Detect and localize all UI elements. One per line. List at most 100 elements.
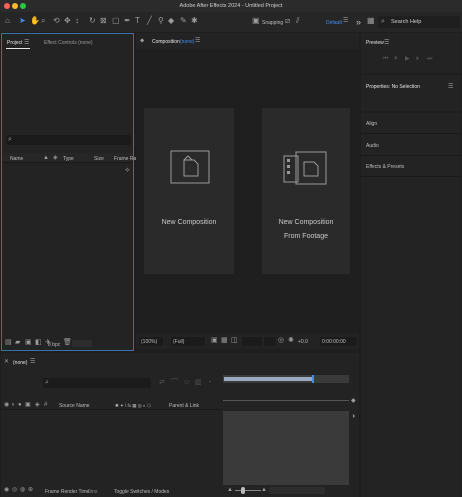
timeline-search-input[interactable]: ⌕ [43,378,151,388]
snapping-checkbox-icon[interactable]: ▣ [252,17,260,25]
snap-mode-icon[interactable]: ⫽ [296,17,300,25]
effects-presets-panel-tab[interactable]: Effects & Presets [366,164,404,170]
column-size[interactable]: Size [94,156,104,162]
align-panel-tab[interactable]: Align [366,121,377,127]
home-icon[interactable]: ⌂ [5,17,10,25]
label-tag-icon[interactable]: ◈ [53,154,58,162]
exposure-icon[interactable]: ✺ [288,337,294,345]
work-area-end-handle[interactable] [312,375,314,383]
audio-panel-tab[interactable]: Audio [366,143,379,149]
rotation-tool-icon[interactable]: ↻ [89,17,96,25]
work-area-range[interactable] [224,377,312,381]
zoom-in-time-slider-icon[interactable]: ▲ [261,486,267,494]
preview-panel-menu-icon[interactable]: ☰ [384,39,389,47]
resolution-dropdown[interactable]: (Full) [171,337,205,346]
zoom-dropdown[interactable]: (100%) [139,337,163,346]
view-layout-dropdown[interactable] [264,337,276,346]
search-help-input[interactable]: ⌕ Search Help [378,16,460,28]
zoom-in-time-icon[interactable]: ◆ [351,397,356,405]
timeline-graph-area[interactable] [223,411,349,485]
zoom-tool-icon[interactable]: ⌕ [41,17,45,25]
new-composition-icon[interactable]: ▣ [25,339,32,347]
timeline-panel-menu-icon[interactable]: ☰ [30,358,35,366]
rectangle-tool-icon[interactable]: ▢ [112,17,120,25]
expand-transfer-controls-icon[interactable]: ◍ [20,486,25,494]
workspace-overflow-button[interactable]: » [356,17,361,27]
type-tool-icon[interactable]: T [135,17,140,25]
audio-icon[interactable]: ◖ [11,401,15,409]
preview-panel-title[interactable]: Preview [366,40,384,46]
exposure-value[interactable]: +0.0 [298,339,308,345]
close-tab-icon[interactable]: ✕ [4,358,9,366]
roto-brush-tool-icon[interactable]: ✎ [180,17,187,25]
brush-tool-icon[interactable]: ╱ [147,17,152,25]
frame-blending-icon[interactable]: ▥ [195,379,202,387]
hand-tool-icon[interactable]: ✋ [30,17,40,25]
timeline-tab-label[interactable]: (none) [13,360,27,366]
lock-icon[interactable]: ⬥ [140,37,144,45]
time-zoom-slider-handle[interactable] [241,487,245,494]
properties-panel-menu-icon[interactable]: ☰ [448,83,453,91]
composition-tab-name[interactable]: (none) [180,39,194,45]
new-folder-icon[interactable]: ▰ [15,339,20,347]
selection-tool-icon[interactable]: ➤ [19,17,26,25]
orbit-camera-tool-icon[interactable]: ⟲ [53,17,60,25]
transparency-grid-icon[interactable]: ▦ [221,337,228,345]
new-composition-from-footage-button[interactable]: New Composition From Footage [262,108,350,274]
adjust-project-settings-icon[interactable]: ◧ [35,339,42,347]
pan-camera-tool-icon[interactable]: ✥ [64,17,71,25]
workspace-menu-icon[interactable]: ☰ [343,17,348,25]
draft-3d-icon[interactable]: ⌒ [171,379,178,387]
pen-tool-icon[interactable]: ✒ [124,17,131,25]
expand-layer-switches-icon[interactable]: ◎ [12,486,17,494]
time-zoom-slider[interactable] [235,487,261,494]
properties-panel-title[interactable]: Properties: No Selection [366,84,420,90]
clone-stamp-tool-icon[interactable]: ⚲ [158,17,164,25]
first-frame-icon[interactable]: ⏮ [383,55,388,63]
sort-up-icon[interactable]: ▲ [43,154,49,162]
toggle-switches-modes-button[interactable]: Toggle Switches / Modes [114,489,169,495]
snapping-label[interactable]: Snapping [262,20,283,26]
solo-icon[interactable]: ● [18,401,22,409]
motion-blur-icon[interactable]: ◔ [207,379,211,387]
column-name[interactable]: Name [10,156,23,162]
lock-column-icon[interactable]: ▣ [25,401,31,409]
region-of-interest-icon[interactable]: ▣ [211,337,218,345]
trash-icon[interactable]: 🗑 [63,339,72,347]
layer-number-icon[interactable]: # [44,401,47,409]
flowchart-icon[interactable]: ⟡ [125,167,130,175]
zoom-out-time-icon[interactable]: ▲ [227,486,233,494]
composition-tab-label[interactable]: Composition [152,39,180,45]
timecode-field[interactable]: 0:00:00:00 [320,337,357,346]
mask-visibility-icon[interactable]: ◫ [231,337,238,345]
time-ruler[interactable] [223,391,349,401]
comp-mini-flowchart-icon[interactable]: ⇄ [159,379,165,387]
work-area-bar[interactable] [223,375,349,383]
layout-panels-icon[interactable]: ▦ [367,17,375,25]
new-composition-button[interactable]: New Composition [144,108,234,274]
next-frame-icon[interactable]: ⏵ [416,55,419,63]
pixel-aspect-icon[interactable]: ◎ [278,337,284,345]
column-type[interactable]: Type [63,156,74,162]
timeline-horizontal-scroll[interactable] [269,487,325,494]
project-scroll-field[interactable] [72,340,92,347]
project-panel-menu-icon[interactable]: ☰ [24,39,29,47]
parent-link-column[interactable]: Parent & Link [169,403,199,409]
play-icon[interactable]: ▶ [405,55,410,63]
label-icon[interactable]: ◈ [35,401,40,409]
render-time-icon[interactable]: ◉ [4,486,9,494]
puppet-tool-icon[interactable]: ✱ [191,17,198,25]
camera-view-dropdown[interactable] [242,337,262,346]
expand-in-out-icon[interactable]: ⊕ [28,486,33,494]
tab-effect-controls[interactable]: Effect Controls (none) [44,40,93,46]
dolly-camera-tool-icon[interactable]: ↕ [75,17,79,25]
composition-panel-menu-icon[interactable]: ☰ [195,37,200,45]
current-time-indicator-icon[interactable]: ◑ [351,413,355,421]
snap-options-icon[interactable]: ⧄ [285,17,290,25]
source-name-column[interactable]: Source Name [59,403,90,409]
last-frame-icon[interactable]: ⏭ [427,55,432,63]
eraser-tool-icon[interactable]: ◆ [168,17,174,25]
video-visibility-icon[interactable]: ◉ [4,401,9,409]
bpc-label[interactable]: 8 bpc [48,342,60,348]
interpret-footage-icon[interactable]: ▤ [5,339,12,347]
